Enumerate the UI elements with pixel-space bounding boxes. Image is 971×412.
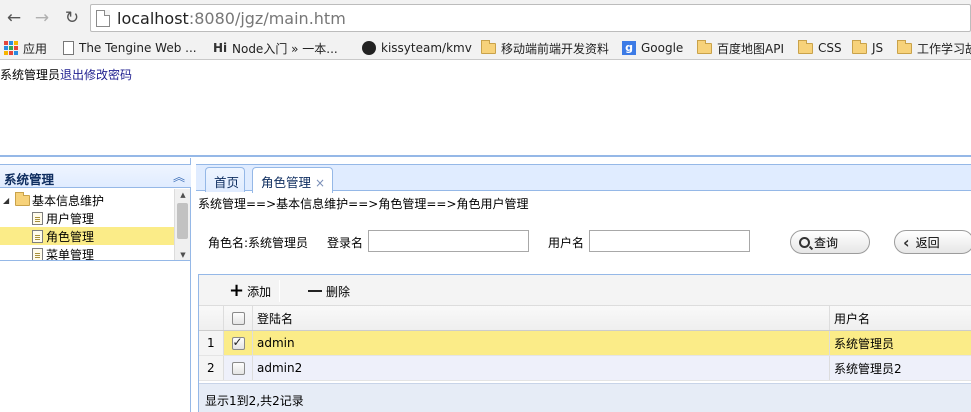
bookmark-google[interactable]: g Google [622,39,683,57]
row-number-header [199,306,224,330]
row-checkbox-cell [224,356,253,380]
folder-icon [697,39,712,54]
row-checkbox[interactable] [231,361,245,375]
close-icon[interactable]: × [315,176,325,190]
reload-icon[interactable]: ↻ [62,8,82,28]
tree-node-menu-mgmt[interactable]: 菜单管理 [0,245,174,260]
scroll-up-arrow-icon[interactable]: ▲ [175,189,190,201]
username-column-header[interactable]: 用户名 [830,306,971,330]
search-form: 角色名:系统管理员 登录名 用户名 查询 ‹ 返回 [208,230,971,254]
back-button[interactable]: ‹ 返回 [894,230,971,254]
bookmarks-bar: 应用 The Tengine Web ... Hi Node入门 » 一本...… [0,36,971,60]
file-icon [32,247,43,260]
google-icon: g [622,41,636,55]
minus-icon [308,290,322,292]
bookmark-css[interactable]: CSS [798,39,842,57]
toolbar-separator [279,280,280,302]
collapse-up-icon[interactable]: ︽ [173,168,185,185]
tab-home[interactable]: 首页 [205,167,245,192]
bookmark-mobile-frontend[interactable]: 移动端前端开发资料 [481,39,609,57]
tab-role-mgmt[interactable]: 角色管理 × [252,167,333,193]
username-cell: 系统管理员 [834,336,895,351]
role-name-label: 角色名:系统管理员 [208,236,309,250]
folder-open-icon [15,191,30,206]
bookmark-js[interactable]: JS [852,39,883,57]
menu-tree: ◢ 基本信息维护 用户管理 角色管理 菜单管理 ▲ ▼ [0,189,190,261]
select-all-cell [224,306,253,330]
west-panel-title: 系统管理 [4,172,55,187]
folder-icon [897,39,912,54]
user-info: 系统管理员退出修改密码 [0,66,132,83]
login-name-input[interactable] [368,230,529,252]
browser-toolbar: ← → ↻ localhost:8080/jgz/main.htm [0,0,971,36]
grid-toolbar: + 添加 删除 [199,275,971,306]
breadcrumb: 系统管理==>基本信息维护==>角色管理==>角色用户管理 [198,197,529,211]
delete-button[interactable]: 删除 [308,281,350,301]
tab-strip: 首页 角色管理 × [196,164,971,193]
github-icon [362,41,376,55]
row-number: 2 [199,356,224,380]
page-icon [63,41,74,55]
login-name-label: 登录名 [327,236,364,250]
apps-icon [4,41,18,55]
row-checkbox-cell [224,331,253,355]
bookmark-baidu-map[interactable]: 百度地图API [697,39,784,57]
table-row[interactable]: 1 admin 系统管理员 [199,331,971,356]
expand-arrow-icon[interactable]: ◢ [3,196,13,205]
bookmark-tengine[interactable]: The Tengine Web ... [63,39,197,57]
tree-node-basic-info[interactable]: ◢ 基本信息维护 [0,191,174,209]
username-cell: 系统管理员2 [834,361,902,376]
folder-icon [852,39,867,54]
header-divider [0,155,971,157]
center-panel: 首页 角色管理 × 系统管理==>基本信息维护==>角色管理==>角色用户管理 角… [196,158,971,412]
tree-scrollbar[interactable]: ▲ ▼ [174,189,190,260]
query-button[interactable]: 查询 [790,230,870,254]
tree-node-role-mgmt[interactable]: 角色管理 [0,227,174,245]
row-number: 1 [199,331,224,355]
west-panel-header: 系统管理 ︽ [0,164,191,188]
add-button[interactable]: + 添加 [229,281,271,301]
search-icon [799,236,810,248]
folder-icon [798,39,813,54]
back-arrow-icon[interactable]: ← [4,8,24,28]
folder-icon [481,39,496,54]
row-checkbox[interactable] [231,335,245,350]
username-input[interactable] [589,230,750,252]
logout-link[interactable]: 退出 [60,68,84,82]
current-user: 系统管理员 [0,68,61,82]
app-header: 系统管理员退出修改密码 [0,61,971,156]
login-cell: admin [253,331,830,355]
chevron-left-icon: ‹ [903,232,910,252]
login-column-header[interactable]: 登陆名 [253,306,830,330]
user-grid: + 添加 删除 登陆名 用户名 1 admin 系统管理员 2 admin2 [198,274,971,412]
select-all-checkbox[interactable] [231,311,245,325]
tree-node-user-mgmt[interactable]: 用户管理 [0,209,174,227]
url-bar[interactable]: localhost:8080/jgz/main.htm [90,4,971,32]
pagination-info: 显示1到2,共2记录 [199,383,971,412]
file-icon [32,211,43,225]
url-text[interactable]: localhost:8080/jgz/main.htm [117,9,346,28]
forward-arrow-icon[interactable]: → [32,8,52,28]
scroll-thumb[interactable] [177,203,188,239]
table-row[interactable]: 2 admin2 系统管理员2 [199,356,971,381]
bookmark-kissyteam[interactable]: kissyteam/kmv [362,39,472,57]
scroll-down-arrow-icon[interactable]: ▼ [175,249,190,260]
bookmark-apps[interactable]: 应用 [4,39,47,57]
west-panel: 系统管理 ︽ ◢ 基本信息维护 用户管理 角色管理 菜单管理 ▲ ▼ [0,158,191,412]
bookmark-work-study[interactable]: 工作学习故 [897,39,971,57]
username-label: 用户名 [548,236,585,250]
plus-icon: + [229,280,245,301]
file-icon [32,229,43,243]
grid-header: 登陆名 用户名 [199,306,971,331]
login-cell: admin2 [253,356,830,380]
hi-icon: Hi [213,41,228,55]
page-icon [96,10,110,27]
bookmark-node[interactable]: Hi Node入门 » 一本... [213,39,338,57]
change-password-link[interactable]: 修改密码 [84,68,132,82]
